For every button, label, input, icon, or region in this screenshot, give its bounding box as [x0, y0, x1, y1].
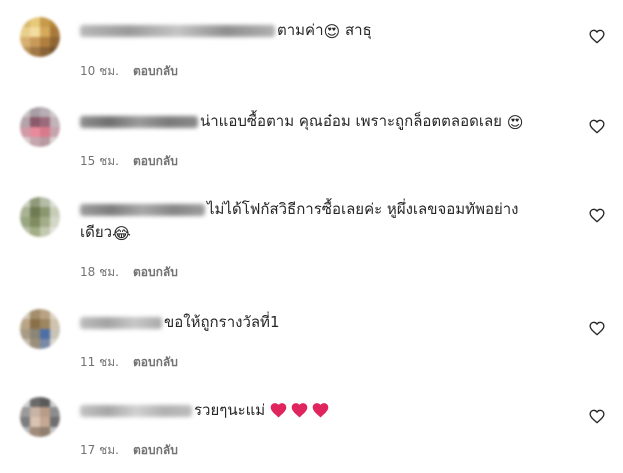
username-blurred[interactable] — [80, 115, 198, 128]
comment-text-part: ขอให้ถูกรางวัลที่1 — [164, 313, 280, 331]
comment-text: ขอให้ถูกรางวัลที่1 — [80, 311, 280, 334]
comment-text: ไม่ได้โฟกัสวิธีการซื้อเลยค่ะ หูผึ่งเลขจอ… — [80, 198, 519, 221]
reply-button[interactable]: ตอบกลับ — [133, 152, 178, 171]
avatar[interactable] — [20, 107, 60, 147]
comment-text: รวยๆนะแม่ — [80, 399, 333, 422]
comment-meta: 10 ชม. ตอบกลับ — [80, 62, 178, 81]
tears-of-joy-emoji: 😂 — [112, 224, 131, 243]
heart-outline-icon[interactable] — [589, 408, 607, 426]
avatar[interactable] — [20, 309, 60, 349]
heart-outline-icon[interactable] — [589, 207, 607, 225]
comment-text-part: สาธุ — [340, 21, 372, 39]
comment-text-continued: เดียว😂 — [80, 221, 131, 244]
heart-eyes-emoji: 😍 — [323, 22, 341, 41]
heart-outline-icon[interactable] — [589, 320, 607, 338]
heart-outline-icon[interactable] — [589, 28, 607, 46]
comment-meta: 15 ชม. ตอบกลับ — [80, 152, 178, 171]
red-heart-emoji — [270, 403, 287, 418]
red-heart-emoji — [291, 403, 308, 418]
heart-outline-icon[interactable] — [589, 118, 607, 136]
comment-meta: 11 ชม. ตอบกลับ — [80, 353, 178, 372]
reply-button[interactable]: ตอบกลับ — [133, 62, 178, 81]
comment-meta: 18 ชม. ตอบกลับ — [80, 263, 178, 282]
username-blurred[interactable] — [80, 404, 192, 417]
comment-time[interactable]: 11 ชม. — [80, 353, 119, 372]
comment-text-part: ไม่ได้โฟกัสวิธีการซื้อเลยค่ะ หูผึ่งเลขจอ… — [207, 200, 519, 218]
comment-time[interactable]: 17 ชม. — [80, 441, 119, 460]
comment-text-part: รวยๆนะแม่ — [194, 401, 266, 419]
username-blurred[interactable] — [80, 24, 275, 37]
red-heart-emoji — [312, 403, 329, 418]
username-blurred[interactable] — [80, 316, 162, 329]
reply-button[interactable]: ตอบกลับ — [133, 263, 178, 282]
avatar[interactable] — [20, 397, 60, 437]
avatar[interactable] — [20, 17, 60, 57]
comment-text-part: เดียว — [80, 223, 113, 241]
reply-button[interactable]: ตอบกลับ — [133, 441, 178, 460]
comment-text: ตามค่า😍 สาธุ — [80, 19, 372, 42]
comment-time[interactable]: 18 ชม. — [80, 263, 119, 282]
comment-time[interactable]: 10 ชม. — [80, 62, 119, 81]
comment-meta: 17 ชม. ตอบกลับ — [80, 441, 178, 460]
username-blurred[interactable] — [80, 203, 205, 216]
comment-text-part: ตามค่า — [277, 21, 324, 39]
reply-button[interactable]: ตอบกลับ — [133, 353, 178, 372]
comment-text-part: น่าแอบซื้อตาม คุณอ๋อม เพราะถูกล็อตตลอดเล… — [200, 112, 507, 130]
comment-text: น่าแอบซื้อตาม คุณอ๋อม เพราะถูกล็อตตลอดเล… — [80, 110, 523, 133]
heart-eyes-emoji: 😍 — [506, 113, 524, 132]
avatar[interactable] — [20, 197, 60, 237]
comment-time[interactable]: 15 ชม. — [80, 152, 119, 171]
